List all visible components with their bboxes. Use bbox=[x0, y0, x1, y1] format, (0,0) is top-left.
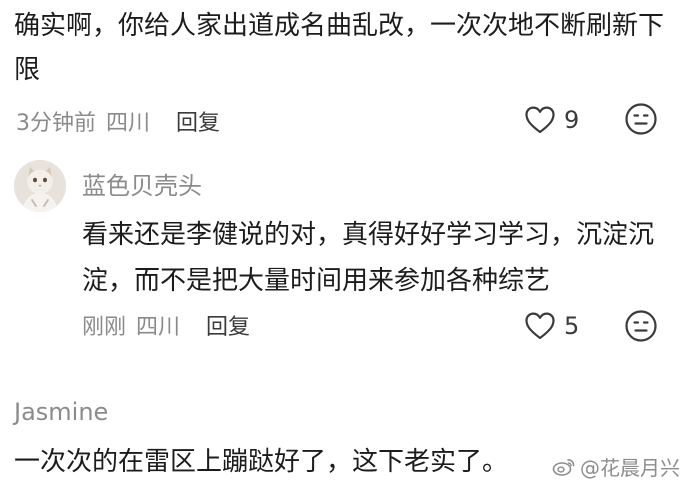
heart-outline-icon bbox=[525, 312, 555, 340]
comment-thread: 确实啊，你给人家出道成名曲乱改，一次次地不断刷新下限 3分钟前 四川 回复 9 bbox=[0, 0, 690, 492]
reply-text: 看来还是李健说的对，真得好好学习学习，沉淀沉淀，而不是把大量时间用来参加各种综艺 bbox=[82, 220, 655, 296]
root-comment-location: 四川 bbox=[106, 111, 151, 136]
reply-reaction-button[interactable] bbox=[624, 309, 658, 343]
root-like-button[interactable]: 9 bbox=[524, 102, 579, 138]
root-comment-meta: 3分钟前 四川 回复 bbox=[16, 104, 220, 138]
comment-author-name[interactable]: Jasmine bbox=[14, 398, 108, 426]
reply-location: 四川 bbox=[136, 315, 181, 340]
reply-author-name[interactable]: 蓝色贝壳头 bbox=[82, 166, 202, 201]
watermark-text: @花晨月兴 bbox=[580, 456, 680, 480]
root-comment-time: 3分钟前 bbox=[16, 111, 96, 136]
reply-like-count: 5 bbox=[564, 312, 580, 340]
weibo-logo-icon bbox=[552, 458, 575, 476]
reply-like-button[interactable]: 5 bbox=[524, 308, 579, 344]
root-like-count: 9 bbox=[564, 106, 580, 134]
neutral-face-icon bbox=[625, 103, 657, 135]
comment-text: 一次次的在雷区上蹦跶好了，这下老实了。 bbox=[14, 447, 509, 477]
reply-time: 刚刚 bbox=[82, 315, 127, 340]
reply-reply-button[interactable]: 回复 bbox=[206, 309, 250, 341]
heart-outline-icon bbox=[525, 106, 555, 134]
root-reaction-button[interactable] bbox=[624, 102, 658, 136]
cat-avatar bbox=[14, 160, 66, 212]
root-reply-button[interactable]: 回复 bbox=[176, 105, 220, 137]
reply-author-avatar[interactable] bbox=[14, 160, 66, 212]
reply-meta: 刚刚 四川 回复 bbox=[82, 308, 250, 342]
neutral-face-icon bbox=[625, 310, 657, 342]
root-comment-text: 确实啊，你给人家出道成名曲乱改，一次次地不断刷新下限 bbox=[14, 11, 665, 85]
watermark: @花晨月兴 bbox=[552, 452, 680, 481]
